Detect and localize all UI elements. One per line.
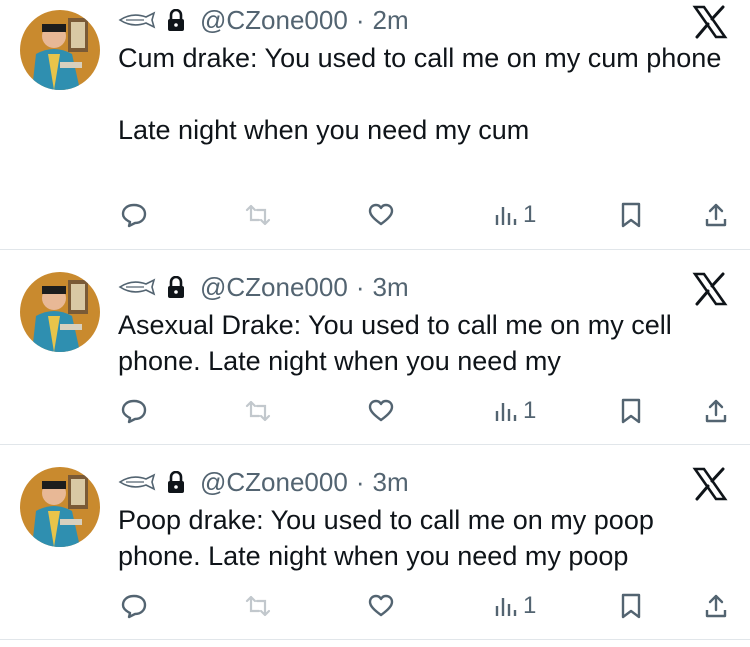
retweet-icon <box>245 595 271 617</box>
tweet-header: @CZone000 · 3m <box>118 464 409 500</box>
bookmark-icon <box>621 593 641 619</box>
tweet-header: @CZone000 · 2m <box>118 2 409 38</box>
tweet[interactable]: @CZone000 · 2m Cum drake: You used to ca… <box>0 0 750 250</box>
avatar[interactable] <box>20 467 100 547</box>
reply-button[interactable] <box>121 391 147 431</box>
views-button[interactable]: 1 <box>495 586 536 626</box>
share-button[interactable] <box>704 586 728 626</box>
reply-icon <box>121 203 147 228</box>
like-button[interactable] <box>368 391 394 431</box>
reply-button[interactable] <box>121 195 147 235</box>
tweet-actions: 1 <box>0 391 750 431</box>
bookmark-icon <box>621 202 641 228</box>
x-logo-icon <box>692 271 728 307</box>
reply-icon <box>121 594 147 619</box>
x-logo-icon <box>692 466 728 502</box>
separator: · <box>355 466 365 497</box>
fish-icon <box>118 473 158 491</box>
bookmark-button[interactable] <box>620 391 642 431</box>
lock-icon <box>166 275 186 298</box>
handle[interactable]: @CZone000 <box>200 272 348 303</box>
tweet-text: Cum drake: You used to call me on my cum… <box>118 43 722 145</box>
tweet-text: Poop drake: You used to call me on my po… <box>118 505 662 571</box>
retweet-button[interactable] <box>245 586 271 626</box>
view-count: 1 <box>523 397 537 424</box>
lock-icon <box>166 8 186 31</box>
share-button[interactable] <box>704 391 728 431</box>
divider <box>0 639 750 640</box>
like-button[interactable] <box>368 586 394 626</box>
tweet-text: Asexual Drake: You used to call me on my… <box>118 310 680 376</box>
bookmark-button[interactable] <box>620 586 642 626</box>
reply-button[interactable] <box>121 586 147 626</box>
like-button[interactable] <box>368 195 394 235</box>
separator: · <box>355 4 365 35</box>
separator: · <box>355 271 365 302</box>
views-button[interactable]: 1 <box>495 195 536 235</box>
views-icon <box>495 207 517 225</box>
retweet-button[interactable] <box>245 391 271 431</box>
tweet-actions: 1 <box>0 586 750 626</box>
retweet-icon <box>245 400 271 422</box>
lock-icon <box>166 470 186 493</box>
bookmark-button[interactable] <box>620 195 642 235</box>
avatar[interactable] <box>20 10 100 90</box>
like-icon <box>368 594 394 617</box>
tweet-header: @CZone000 · 3m <box>118 269 409 305</box>
fish-icon <box>118 278 158 296</box>
retweet-icon <box>245 204 271 226</box>
tweet-actions: 1 <box>0 195 750 235</box>
handle[interactable]: @CZone000 <box>200 467 348 498</box>
share-icon <box>705 399 727 423</box>
timestamp[interactable]: 3m <box>372 272 408 303</box>
reply-icon <box>121 399 147 424</box>
fish-icon <box>118 11 158 29</box>
bookmark-icon <box>621 398 641 424</box>
view-count: 1 <box>523 201 537 228</box>
x-logo-icon <box>692 4 728 40</box>
share-icon <box>705 203 727 227</box>
retweet-button[interactable] <box>245 195 271 235</box>
timestamp[interactable]: 2m <box>372 5 408 36</box>
views-icon <box>495 403 517 421</box>
views-icon <box>495 598 517 616</box>
view-count: 1 <box>523 592 537 619</box>
timestamp[interactable]: 3m <box>372 467 408 498</box>
views-button[interactable]: 1 <box>495 391 536 431</box>
avatar[interactable] <box>20 272 100 352</box>
like-icon <box>368 203 394 226</box>
share-button[interactable] <box>704 195 728 235</box>
tweet[interactable]: @CZone000 · 3m Poop drake: You used to c… <box>0 445 750 647</box>
share-icon <box>705 594 727 618</box>
tweet[interactable]: @CZone000 · 3m Asexual Drake: You used t… <box>0 250 750 445</box>
like-icon <box>368 399 394 422</box>
handle[interactable]: @CZone000 <box>200 5 348 36</box>
